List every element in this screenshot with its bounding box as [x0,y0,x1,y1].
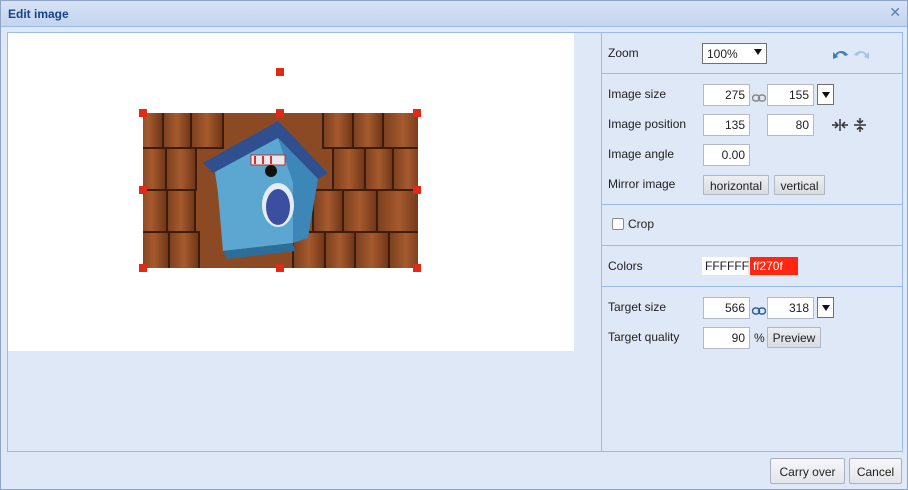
resize-handle-right[interactable] [413,186,421,194]
target-size-label: Target size [608,300,667,314]
zoom-section: Zoom 100% [602,33,903,74]
colors-label: Colors [608,259,643,273]
percent-unit: % [754,331,765,345]
resize-handle-bottom-right[interactable] [413,264,421,272]
undo-icon[interactable] [832,47,850,64]
target-quality-input[interactable]: 90 [703,327,750,349]
resize-handle-top[interactable] [276,109,284,117]
center-horizontal-icon[interactable] [832,119,848,134]
rotate-handle[interactable] [276,68,284,76]
zoom-select[interactable]: 100% [702,43,767,64]
image-geometry-section: Image size 275 155 Image position 135 80 [602,74,903,205]
preview-button[interactable]: Preview [767,327,821,348]
target-width-input[interactable]: 566 [703,297,750,319]
dialog-title: Edit image [8,7,69,21]
image-height-input[interactable]: 155 [767,84,814,106]
resize-handle-bottom[interactable] [276,264,284,272]
dialog-titlebar[interactable]: Edit image ✕ [1,1,907,27]
target-section: Target size 566 318 Target quality 90 % … [602,287,903,451]
mirror-horizontal-button[interactable]: horizontal [703,175,769,195]
colors-section: Colors FFFFFF ff270f [602,246,903,287]
image-canvas-pane [8,33,601,451]
image-angle-input[interactable]: 0.00 [703,144,750,166]
settings-panel: Zoom 100% Image size 275 155 Image posit… [601,33,903,451]
chevron-down-icon [822,92,830,98]
crop-checkbox[interactable] [612,218,624,230]
carry-over-button[interactable]: Carry over [770,458,845,484]
birdhouse-image [143,113,418,268]
link-chain-icon[interactable] [751,304,767,315]
target-height-input[interactable]: 318 [767,297,814,319]
image-angle-label: Image angle [608,147,675,161]
cancel-button[interactable]: Cancel [849,458,902,484]
handle-color-swatch[interactable]: ff270f [750,257,798,275]
chevron-down-icon [754,49,762,55]
target-quality-label: Target quality [608,330,680,344]
close-icon[interactable]: ✕ [889,5,901,21]
image-y-input[interactable]: 80 [767,114,814,136]
image-position-label: Image position [608,117,687,131]
image-canvas[interactable] [8,33,574,351]
mirror-image-label: Mirror image [608,177,676,191]
mirror-vertical-button[interactable]: vertical [774,175,825,195]
zoom-label: Zoom [608,46,639,60]
edit-image-dialog: Edit image ✕ Zoom 100% Image size 275 15… [0,0,908,490]
image-x-input[interactable]: 135 [703,114,750,136]
target-size-dropdown[interactable] [817,297,834,318]
redo-icon[interactable] [852,47,870,64]
image-width-input[interactable]: 275 [703,84,750,106]
crop-label[interactable]: Crop [628,217,654,231]
resize-handle-left[interactable] [139,186,147,194]
background-color-swatch[interactable]: FFFFFF [702,257,749,275]
zoom-value: 100% [707,47,738,61]
resize-handle-top-left[interactable] [139,109,147,117]
resize-handle-bottom-left[interactable] [139,264,147,272]
crop-section: Crop [602,205,903,246]
link-chain-icon[interactable] [751,91,767,102]
resize-handle-top-right[interactable] [413,109,421,117]
chevron-down-icon [822,305,830,311]
image-size-label: Image size [608,87,667,101]
center-vertical-icon[interactable] [854,118,866,135]
image-size-dropdown[interactable] [817,84,834,105]
dialog-body: Zoom 100% Image size 275 155 Image posit… [7,32,903,452]
birdhouse-photo[interactable] [143,113,418,268]
